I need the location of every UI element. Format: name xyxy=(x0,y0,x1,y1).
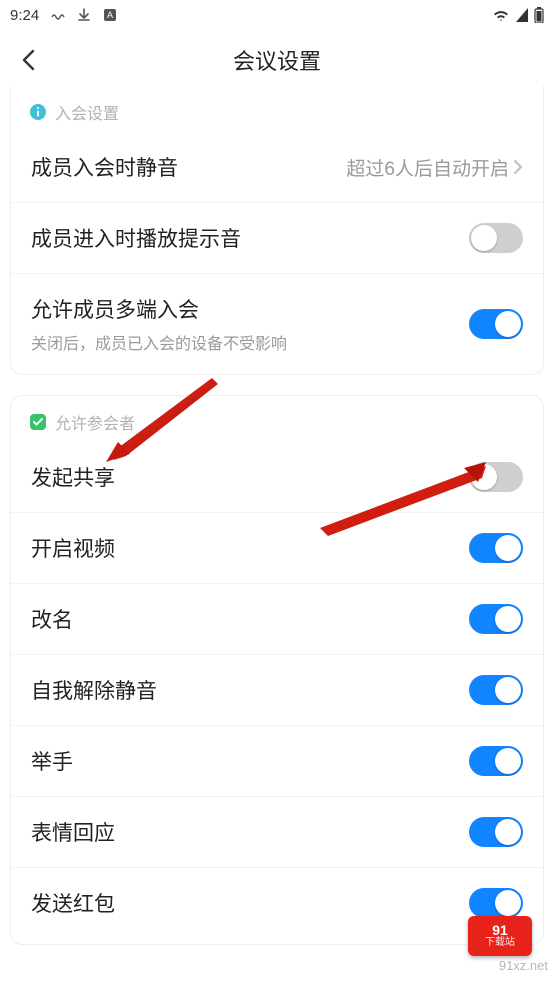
status-right xyxy=(492,7,544,23)
signal-icon xyxy=(516,8,528,22)
row-video-label: 开启视频 xyxy=(31,533,115,563)
section-allow-header: 允许参会者 xyxy=(11,396,543,442)
row-multi-device-label: 允许成员多端入会 xyxy=(31,294,287,324)
row-red-packet-label: 发送红包 xyxy=(31,888,115,918)
section-allow-title: 允许参会者 xyxy=(55,410,135,434)
page-title: 会议设置 xyxy=(0,44,554,76)
download-icon xyxy=(77,8,91,22)
row-share: 发起共享 xyxy=(11,442,543,512)
chevron-right-icon xyxy=(513,159,523,175)
row-multi-device-sub: 关闭后，成员已入会的设备不受影响 xyxy=(31,330,287,354)
row-play-sound-label: 成员进入时播放提示音 xyxy=(31,223,241,253)
toggle-play-sound[interactable] xyxy=(469,223,523,253)
info-icon xyxy=(29,103,47,121)
watermark-site: 91xz.net xyxy=(468,958,548,973)
section-join-header: 入会设置 xyxy=(11,86,543,132)
toggle-react[interactable] xyxy=(469,817,523,847)
wifi-icon xyxy=(492,8,510,22)
toggle-rename[interactable] xyxy=(469,604,523,634)
row-unmute-self: 自我解除静音 xyxy=(11,654,543,725)
row-unmute-self-label: 自我解除静音 xyxy=(31,675,157,705)
svg-text:A: A xyxy=(107,10,113,20)
row-mute-on-join[interactable]: 成员入会时静音 超过6人后自动开启 xyxy=(11,132,543,202)
back-button[interactable] xyxy=(8,40,48,80)
row-multi-device: 允许成员多端入会 关闭后，成员已入会的设备不受影响 xyxy=(11,273,543,374)
titlebar: 会议设置 xyxy=(0,30,554,90)
row-mute-on-join-value: 超过6人后自动开启 xyxy=(346,154,509,181)
permission-icon xyxy=(29,413,47,431)
battery-icon xyxy=(534,7,544,23)
watermark-badge-bottom: 下载站 xyxy=(485,937,515,949)
status-bar: 9:24 A xyxy=(0,0,554,30)
row-raise-hand: 举手 xyxy=(11,725,543,796)
watermark-badge: 91 下载站 xyxy=(468,916,532,956)
toggle-red-packet[interactable] xyxy=(469,888,523,918)
section-join-title: 入会设置 xyxy=(55,100,119,124)
status-left: 9:24 A xyxy=(10,7,117,24)
status-icon-wave xyxy=(51,9,65,21)
row-raise-hand-label: 举手 xyxy=(31,746,73,776)
row-react: 表情回应 xyxy=(11,796,543,867)
watermark-badge-top: 91 xyxy=(492,923,508,937)
row-video: 开启视频 xyxy=(11,512,543,583)
watermark: 91 下载站 91xz.net xyxy=(468,916,548,966)
section-allow-card: 允许参会者 发起共享 开启视频 改名 自我解除静音 举手 表情回应 发送红包 xyxy=(10,395,544,945)
row-play-sound: 成员进入时播放提示音 xyxy=(11,202,543,273)
toggle-share[interactable] xyxy=(469,462,523,492)
row-share-label: 发起共享 xyxy=(31,462,115,492)
row-red-packet: 发送红包 xyxy=(11,867,543,938)
toggle-video[interactable] xyxy=(469,533,523,563)
chevron-left-icon xyxy=(21,49,35,71)
row-rename-label: 改名 xyxy=(31,604,73,634)
toggle-raise-hand[interactable] xyxy=(469,746,523,776)
row-rename: 改名 xyxy=(11,583,543,654)
toggle-unmute-self[interactable] xyxy=(469,675,523,705)
status-time: 9:24 xyxy=(10,7,39,24)
section-join-card: 入会设置 成员入会时静音 超过6人后自动开启 成员进入时播放提示音 允许成员多端… xyxy=(10,86,544,375)
status-icon-app: A xyxy=(103,8,117,22)
row-react-label: 表情回应 xyxy=(31,817,115,847)
row-mute-on-join-label: 成员入会时静音 xyxy=(31,152,178,182)
toggle-multi-device[interactable] xyxy=(469,309,523,339)
